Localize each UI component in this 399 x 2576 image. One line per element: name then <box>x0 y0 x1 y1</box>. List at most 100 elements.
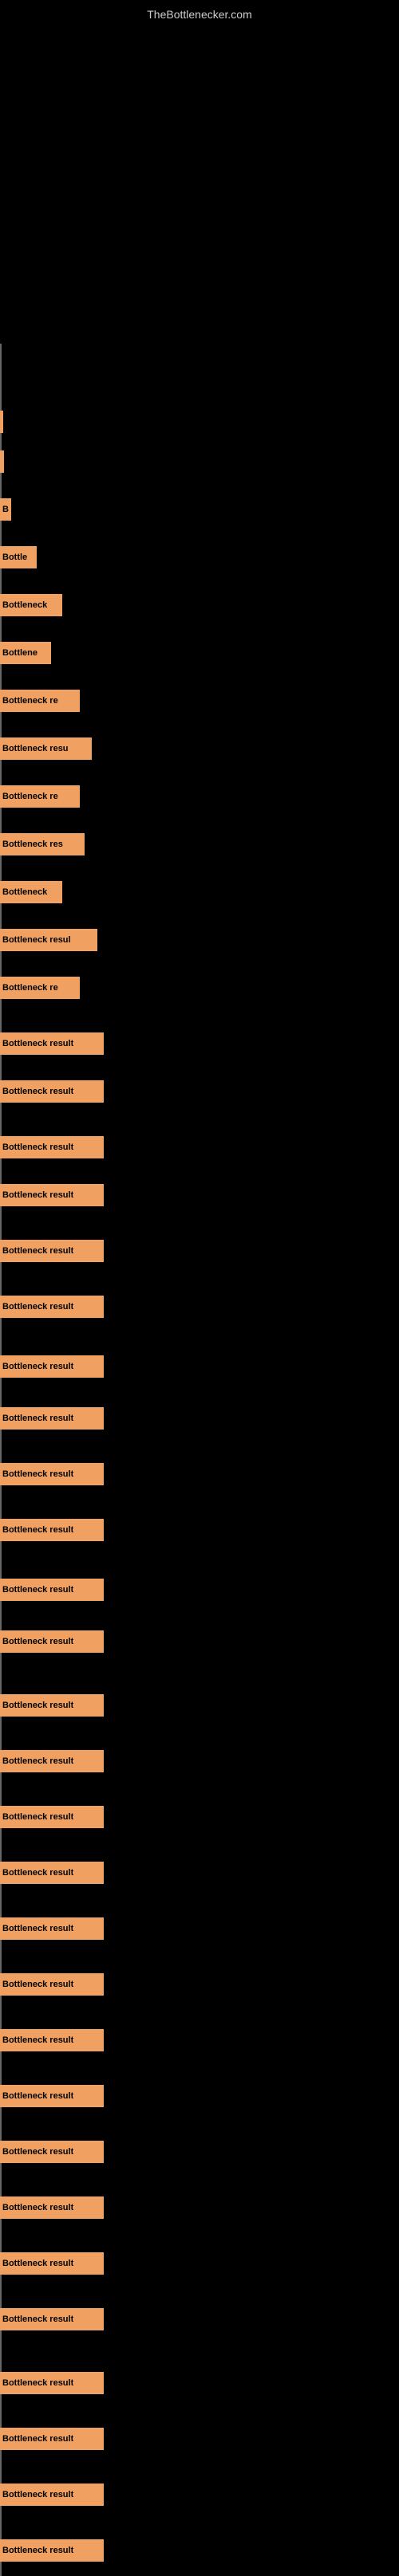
result-bar: Bottleneck <box>0 594 62 616</box>
result-bar: Bottleneck result <box>0 1806 104 1828</box>
bar-row: Bottleneck result <box>0 1970 399 1999</box>
bar-label: Bottleneck result <box>2 2147 73 2157</box>
bar-row: Bottleneck result <box>0 2026 399 2055</box>
result-bar: Bottlene <box>0 642 51 664</box>
bar-row: Bottleneck resu <box>0 734 399 763</box>
result-bar: Bottleneck result <box>0 1630 104 1653</box>
bar-label: Bottleneck result <box>2 1142 73 1152</box>
site-title: TheBottlenecker.com <box>0 0 399 25</box>
result-bar: B <box>0 498 11 521</box>
result-bar: Bottleneck result <box>0 1917 104 1940</box>
bar-row: Bottleneck result <box>0 1858 399 1887</box>
bar-label: Bottleneck result <box>2 2259 73 2268</box>
bar-row: Bottleneck re <box>0 973 399 1002</box>
result-bar: Bottleneck result <box>0 2141 104 2163</box>
bar-row: Bottleneck result <box>0 2425 399 2453</box>
bar-label: Bottleneck result <box>2 1362 73 1371</box>
result-bar: Bottleneck result <box>0 2029 104 2051</box>
result-bar: Bottleneck result <box>0 1694 104 1717</box>
result-bar: Bottleneck result <box>0 1080 104 1103</box>
result-bar: Bottleneck result <box>0 2372 104 2394</box>
bar-row: Bottle <box>0 543 399 572</box>
bar-label: Bottleneck result <box>2 2091 73 2101</box>
bar-row: Bottleneck result <box>0 1575 399 1604</box>
bar-label: Bottleneck re <box>2 983 58 993</box>
bar-label: Bottleneck result <box>2 2378 73 2388</box>
result-bar: Bottleneck result <box>0 1136 104 1158</box>
bar-row: Bottleneck result <box>0 1803 399 1831</box>
bar-label: Bottle <box>2 553 27 562</box>
bar-row: Bottleneck result <box>0 1404 399 1433</box>
bar-label: Bottleneck <box>2 887 47 897</box>
bar-row: Bottleneck result <box>0 2369 399 2397</box>
result-bar: Bottleneck result <box>0 2539 104 2562</box>
bar-row: Bottleneck result <box>0 1627 399 1656</box>
result-bar: Bottleneck result <box>0 1750 104 1772</box>
bar-label: B <box>2 505 9 514</box>
bar-row: Bottleneck re <box>0 782 399 811</box>
result-bar: Bottleneck res <box>0 833 85 855</box>
result-bar: Bottleneck result <box>0 1355 104 1378</box>
result-bar: Bottleneck result <box>0 1032 104 1055</box>
result-bar: Bottleneck re <box>0 977 80 999</box>
bar-label: Bottleneck result <box>2 2490 73 2499</box>
result-bar: Bottleneck result <box>0 2085 104 2107</box>
bar-label: Bottleneck result <box>2 1469 73 1479</box>
bar-label: Bottleneck result <box>2 2314 73 2324</box>
bar-row: B <box>0 495 399 524</box>
bar-row: Bottleneck result <box>0 2193 399 2222</box>
result-bar: Bottleneck result <box>0 2428 104 2450</box>
bar-label: Bottleneck re <box>2 696 58 706</box>
bar-label: Bottleneck result <box>2 1190 73 1200</box>
bar-label: Bottleneck result <box>2 1087 73 1096</box>
result-bar: Bottleneck result <box>0 1463 104 1485</box>
bar-label: Bottleneck result <box>2 1701 73 1710</box>
bar-label: Bottleneck result <box>2 1414 73 1423</box>
bar-row: Bottlene <box>0 639 399 667</box>
result-bar: Bottleneck result <box>0 1240 104 1262</box>
bar-label: Bottleneck result <box>2 1637 73 1646</box>
result-bar: Bottleneck result <box>0 2252 104 2275</box>
bar-label: Bottleneck result <box>2 1812 73 1822</box>
result-bar: Bottleneck <box>0 881 62 903</box>
bar-row: Bottleneck re <box>0 686 399 715</box>
bar-label: Bottleneck result <box>2 1302 73 1312</box>
bar-row: Bottleneck result <box>0 2082 399 2110</box>
bar-label: Bottleneck result <box>2 1039 73 1048</box>
bar-row <box>0 447 399 476</box>
bar-row: Bottleneck result <box>0 2249 399 2278</box>
bar-row: Bottleneck result <box>0 1133 399 1162</box>
result-bar: Bottleneck result <box>0 2484 104 2506</box>
bar-label: Bottleneck result <box>2 1525 73 1535</box>
bar-row: Bottleneck result <box>0 1747 399 1776</box>
bar-label: Bottlene <box>2 648 38 658</box>
bar-row: Bottleneck <box>0 591 399 619</box>
bar-row: Bottleneck result <box>0 2137 399 2166</box>
bar-row: Bottleneck result <box>0 1292 399 1321</box>
bar-label: Bottleneck result <box>2 2035 73 2045</box>
bar-label: Bottleneck result <box>2 1246 73 1256</box>
bar-label: Bottleneck result <box>2 2434 73 2444</box>
bars-container: B Bottle Bottleneck Bottlene Bottleneck re Bo… <box>0 25 399 2560</box>
bar-label: Bottleneck result <box>2 1585 73 1595</box>
bar-label: Bottleneck re <box>2 792 58 801</box>
bar-row: Bottleneck result <box>0 1181 399 1209</box>
bar-row: Bottleneck result <box>0 2480 399 2509</box>
result-bar: Bottleneck result <box>0 1579 104 1601</box>
result-bar: Bottleneck resu <box>0 737 92 760</box>
bar-row: Bottleneck result <box>0 1029 399 1058</box>
result-bar: Bottleneck re <box>0 690 80 712</box>
result-bar: Bottleneck result <box>0 2196 104 2219</box>
site-title-text: TheBottlenecker.com <box>147 8 252 21</box>
bar-row <box>0 360 399 388</box>
result-bar: Bottle <box>0 546 37 568</box>
result-bar: Bottleneck result <box>0 1184 104 1206</box>
bar-label: Bottleneck result <box>2 1924 73 1933</box>
result-bar: Bottleneck result <box>0 1973 104 1996</box>
bar-label: Bottleneck result <box>2 2203 73 2212</box>
bar-row: Bottleneck result <box>0 1237 399 1265</box>
result-bar: Bottleneck result <box>0 1862 104 1884</box>
result-bar: Bottleneck result <box>0 1407 104 1430</box>
bar-row: Bottleneck <box>0 878 399 907</box>
bar-label: Bottleneck res <box>2 840 63 849</box>
